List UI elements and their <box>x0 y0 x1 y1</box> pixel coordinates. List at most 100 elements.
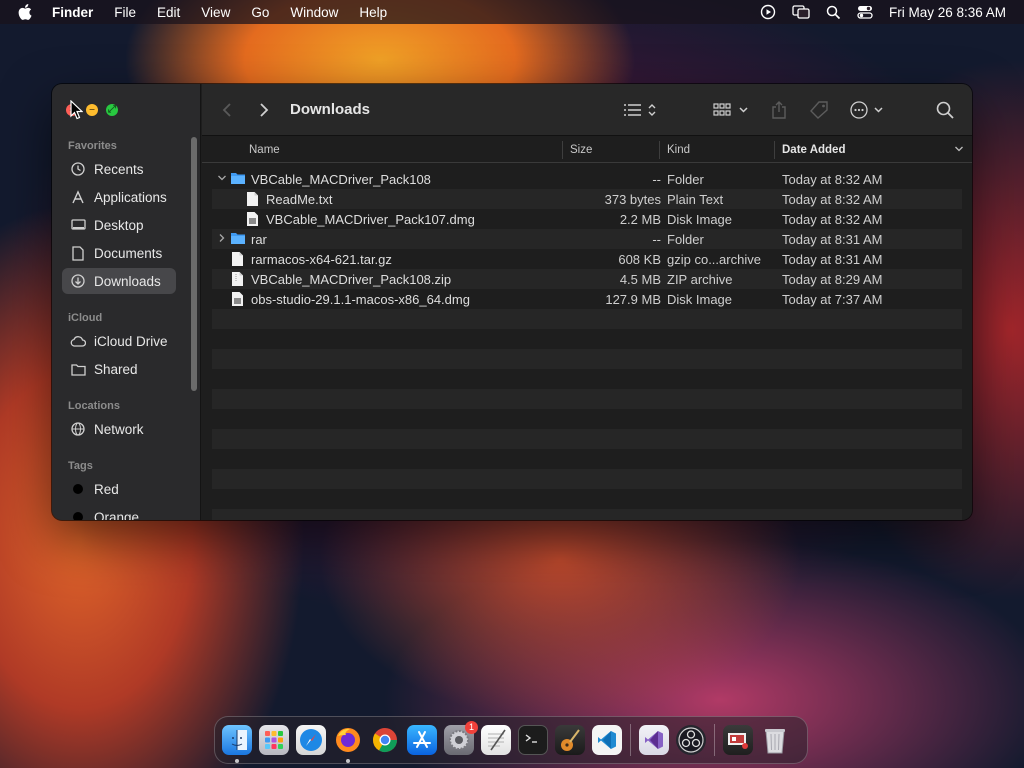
disclosure-expanded-icon[interactable] <box>217 172 227 187</box>
dock-divider <box>714 724 715 756</box>
empty-row <box>212 329 962 349</box>
group-button[interactable] <box>713 100 749 120</box>
forward-button[interactable] <box>259 100 269 120</box>
dock-terminal-icon[interactable] <box>518 725 548 755</box>
share-button[interactable] <box>771 100 787 120</box>
zip-file-icon <box>231 271 247 287</box>
list-item[interactable]: VBCable_MACDriver_Pack108 -- Folder Toda… <box>212 169 962 189</box>
menu-help[interactable]: Help <box>359 5 387 20</box>
list-item[interactable]: ReadMe.txt 373 bytes Plain Text Today at… <box>212 189 962 209</box>
dock-firefox-icon[interactable] <box>333 725 363 763</box>
dock-obs-icon[interactable] <box>676 725 706 755</box>
dock-finder-icon[interactable] <box>222 725 252 763</box>
dock-garageband-icon[interactable] <box>555 725 585 755</box>
file-size: 608 KB <box>618 252 661 267</box>
file-size: 373 bytes <box>604 192 661 207</box>
sidebar-item-tag-orange[interactable]: Orange <box>62 504 176 520</box>
column-header-name[interactable]: Name <box>249 144 280 156</box>
menu-file[interactable]: File <box>114 5 136 20</box>
column-divider[interactable] <box>562 141 563 159</box>
empty-row <box>212 449 962 469</box>
dock-launchpad-icon[interactable] <box>259 725 289 755</box>
file-rows: VBCable_MACDriver_Pack108 -- Folder Toda… <box>212 169 962 520</box>
column-header-size[interactable]: Size <box>570 144 592 156</box>
back-button[interactable] <box>222 100 232 120</box>
dock-vscode-icon[interactable] <box>592 725 622 755</box>
list-item[interactable]: rar -- Folder Today at 8:31 AM <box>212 229 962 249</box>
minimize-button[interactable]: – <box>86 104 98 116</box>
file-date-added: Today at 8:31 AM <box>782 232 883 247</box>
view-mode-button[interactable] <box>623 100 657 120</box>
screen-record-icon[interactable] <box>760 4 776 20</box>
list-item[interactable]: VBCable_MACDriver_Pack108.zip 4.5 MB ZIP… <box>212 269 962 289</box>
menu-app-name[interactable]: Finder <box>52 5 93 20</box>
sidebar-item-icloud-drive[interactable]: iCloud Drive <box>62 328 176 354</box>
sidebar-item-label: Applications <box>94 189 167 205</box>
disclosure-collapsed-icon[interactable] <box>217 232 227 247</box>
list-item[interactable]: obs-studio-29.1.1-macos-x86_64.dmg 127.9… <box>212 289 962 309</box>
sidebar-item-applications[interactable]: Applications <box>62 184 176 210</box>
empty-row <box>212 429 962 449</box>
dock-safari-icon[interactable] <box>296 725 326 755</box>
empty-row <box>212 309 962 329</box>
file-name: VBCable_MACDriver_Pack108 <box>251 172 431 187</box>
dock-chrome-icon[interactable] <box>370 725 400 755</box>
menu-window[interactable]: Window <box>290 5 338 20</box>
sidebar-item-network[interactable]: Network <box>62 416 176 442</box>
column-divider[interactable] <box>659 141 660 159</box>
menu-clock[interactable]: Fri May 26 8:36 AM <box>889 5 1006 20</box>
list-view-icon <box>624 104 656 116</box>
text-file-icon <box>246 191 262 207</box>
sidebar-item-recents[interactable]: Recents <box>62 156 176 182</box>
mouse-cursor-icon <box>70 99 84 125</box>
apple-menu-icon[interactable] <box>18 3 34 21</box>
column-header-kind[interactable]: Kind <box>667 144 690 156</box>
dock-trash-icon[interactable] <box>760 725 790 755</box>
grid-group-icon <box>713 103 748 116</box>
list-item[interactable]: rarmacos-x64-621.tar.gz 608 KB gzip co..… <box>212 249 962 269</box>
sidebar-item-desktop[interactable]: Desktop <box>62 212 176 238</box>
document-icon <box>70 245 86 261</box>
sidebar: × – ⤢ Favorites Recents Applications Des… <box>52 84 201 520</box>
menu-go[interactable]: Go <box>251 5 269 20</box>
search-icon <box>936 101 954 119</box>
spotlight-search-icon[interactable] <box>826 5 841 20</box>
screen-mirroring-icon[interactable] <box>792 4 810 20</box>
dock-visual-studio-icon[interactable] <box>639 725 669 755</box>
more-actions-button[interactable] <box>850 100 886 120</box>
sidebar-item-downloads[interactable]: Downloads <box>62 268 176 294</box>
notification-badge: 1 <box>465 721 478 734</box>
sidebar-scrollbar[interactable] <box>191 137 197 391</box>
file-kind: Folder <box>667 172 704 187</box>
dock-system-settings-icon[interactable]: 1 <box>444 721 478 755</box>
column-divider[interactable] <box>774 141 775 159</box>
file-date-added: Today at 8:31 AM <box>782 252 883 267</box>
menu-edit[interactable]: Edit <box>157 5 180 20</box>
minimize-icon: – <box>89 104 95 115</box>
window-title: Downloads <box>290 101 371 118</box>
dock-preview-icon[interactable] <box>723 725 753 755</box>
shared-folder-icon <box>70 361 86 377</box>
tag-dot-icon <box>70 481 86 497</box>
file-name: obs-studio-29.1.1-macos-x86_64.dmg <box>251 292 470 307</box>
search-button[interactable] <box>936 100 954 120</box>
sidebar-item-shared[interactable]: Shared <box>62 356 176 382</box>
fullscreen-button[interactable]: ⤢ <box>106 104 118 116</box>
column-header-date-added[interactable]: Date Added <box>782 144 845 156</box>
list-header: Name Size Kind Date Added <box>202 137 972 163</box>
control-center-icon[interactable] <box>857 4 873 20</box>
tag-button[interactable] <box>809 100 829 120</box>
sort-chevron-down-icon[interactable] <box>954 143 964 158</box>
dock-textedit-icon[interactable] <box>481 725 511 755</box>
dock-app-store-icon[interactable] <box>407 725 437 755</box>
file-date-added: Today at 7:37 AM <box>782 292 883 307</box>
disk-image-icon <box>231 291 247 307</box>
sidebar-item-tag-red[interactable]: Red <box>62 476 176 502</box>
sidebar-item-documents[interactable]: Documents <box>62 240 176 266</box>
sidebar-item-label: Recents <box>94 161 144 177</box>
menu-view[interactable]: View <box>201 5 230 20</box>
desktop-icon <box>70 217 86 233</box>
sidebar-item-label: Documents <box>94 245 163 261</box>
list-item[interactable]: VBCable_MACDriver_Pack107.dmg 2.2 MB Dis… <box>212 209 962 229</box>
file-size: 2.2 MB <box>619 212 661 227</box>
